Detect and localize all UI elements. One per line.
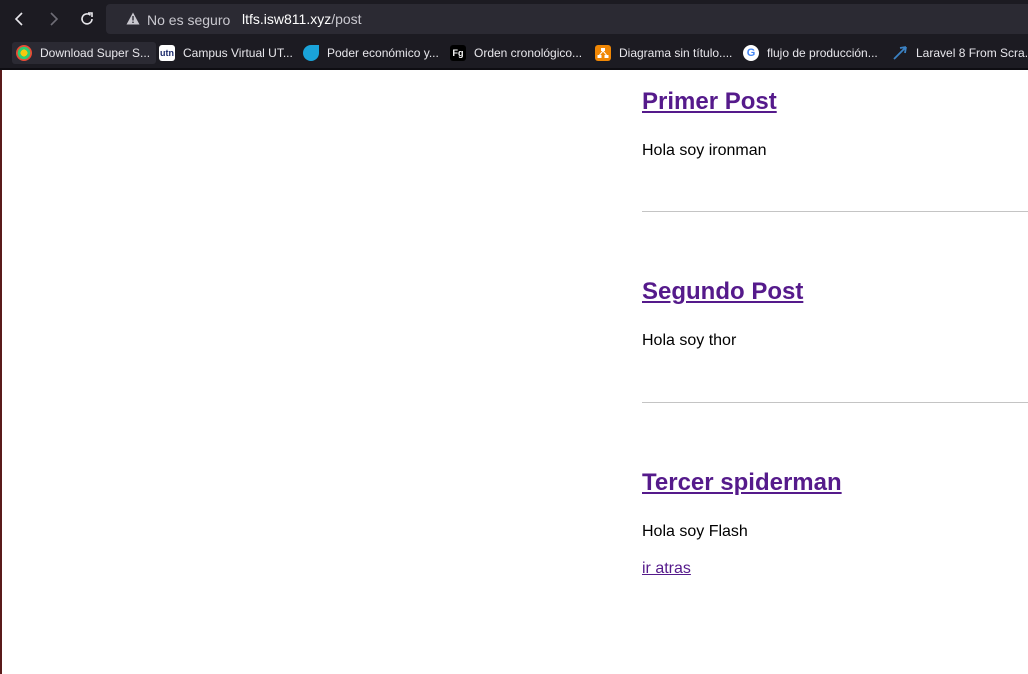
reload-icon — [81, 12, 93, 25]
browser-chrome: No es seguro ltfs.isw811.xyz/post Downlo… — [0, 0, 1028, 70]
blue-leaf-icon — [303, 45, 319, 61]
post-title-link[interactable]: Segundo Post — [642, 278, 803, 306]
fg-logo-icon: Fg — [450, 45, 466, 61]
bookmark-label: flujo de producción... — [767, 46, 878, 60]
bookmark-poder[interactable]: Poder económico y... — [303, 42, 439, 64]
bookmark-label: Laravel 8 From Scra... — [916, 46, 1028, 60]
arrow-logo-icon — [892, 45, 908, 61]
bookmark-campus[interactable]: utn Campus Virtual UT... — [159, 42, 293, 64]
window-edge — [0, 70, 2, 674]
bookmarks-bar: Download Super S... utn Campus Virtual U… — [0, 38, 1028, 68]
back-button[interactable] — [8, 7, 32, 31]
colorful-app-icon — [16, 45, 32, 61]
bookmark-label: Campus Virtual UT... — [183, 46, 293, 60]
bookmark-diagrama[interactable]: Diagrama sin título.... — [595, 42, 732, 64]
bookmark-label: Poder económico y... — [327, 46, 439, 60]
address-bar[interactable]: No es seguro ltfs.isw811.xyz/post — [106, 4, 1028, 34]
utn-logo-icon: utn — [159, 45, 175, 61]
arrow-right-icon — [50, 12, 59, 26]
bookmark-label: Orden cronológico... — [474, 46, 583, 60]
bookmark-laravel[interactable]: Laravel 8 From Scra... — [892, 42, 1028, 64]
browser-toolbar: No es seguro ltfs.isw811.xyz/post — [0, 0, 1028, 38]
arrow-left-icon — [14, 12, 23, 26]
security-label[interactable]: No es seguro — [147, 12, 230, 28]
chrome-divider — [0, 68, 1028, 70]
url-path: /post — [331, 11, 362, 27]
warning-icon[interactable] — [126, 12, 140, 25]
bookmark-label: Download Super S... — [40, 46, 151, 60]
post-divider — [642, 402, 1028, 403]
bookmark-flujo[interactable]: G flujo de producción... — [743, 42, 878, 64]
post-title-link[interactable]: Primer Post — [642, 88, 777, 116]
reload-button[interactable] — [75, 7, 99, 31]
forward-button[interactable] — [41, 7, 65, 31]
post-title-link[interactable]: Tercer spiderman — [642, 469, 842, 497]
bookmark-orden[interactable]: Fg Orden cronológico... — [450, 42, 582, 64]
post-body: Hola soy Flash — [642, 523, 748, 540]
google-icon: G — [743, 45, 759, 61]
back-link[interactable]: ir atras — [642, 560, 691, 578]
post-body: Hola soy ironman — [642, 142, 767, 159]
post-divider — [642, 211, 1028, 212]
url-text[interactable]: ltfs.isw811.xyz/post — [242, 11, 362, 27]
post-body: Hola soy thor — [642, 332, 737, 349]
bookmark-label: Diagrama sin título.... — [619, 46, 733, 60]
url-host: ltfs.isw811.xyz — [242, 11, 332, 27]
bookmark-download[interactable]: Download Super S... — [12, 42, 157, 64]
drawio-icon — [595, 45, 611, 61]
